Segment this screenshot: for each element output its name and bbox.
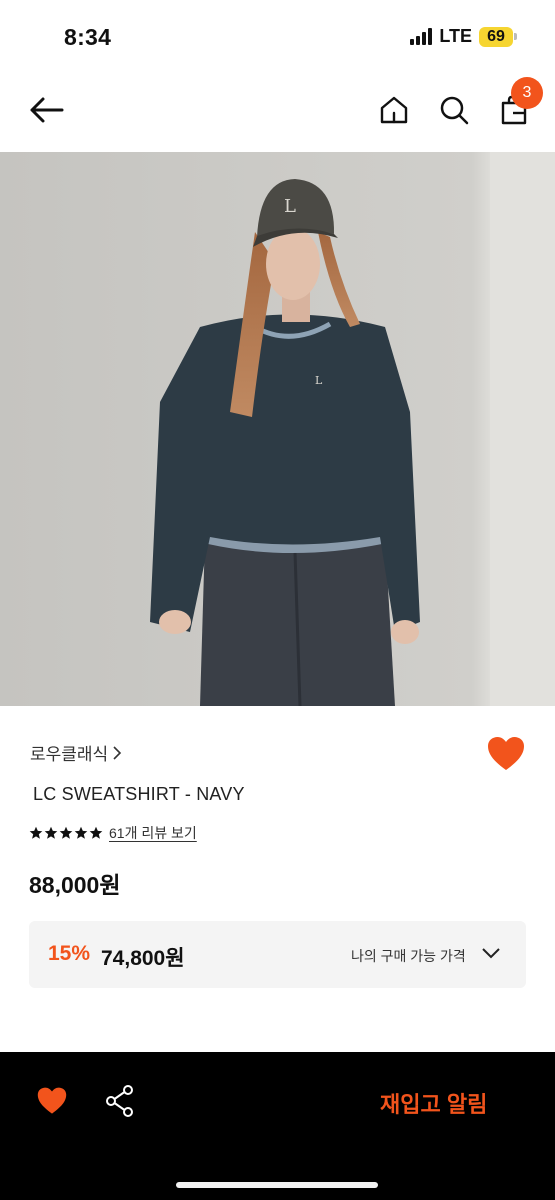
signal-icon [410, 28, 433, 45]
product-image[interactable]: L L [0, 152, 555, 706]
rating-row: 61개 리뷰 보기 [29, 823, 197, 843]
star-icon [29, 826, 43, 839]
back-button[interactable] [24, 88, 68, 132]
cart-count-badge: 3 [511, 77, 543, 109]
top-nav [0, 70, 555, 152]
chevron-right-icon [113, 745, 122, 760]
original-price: 88,000원 [29, 872, 121, 898]
share-button[interactable] [104, 1084, 136, 1118]
restock-alert-button[interactable]: 재입고 알림 [380, 1087, 487, 1119]
product-photo: L L [0, 152, 555, 706]
discount-rate: 15% [48, 942, 91, 965]
svg-text:L: L [315, 374, 323, 387]
brand-name: 로우클래식 [30, 745, 109, 764]
review-link[interactable]: 61개 리뷰 보기 [109, 823, 197, 843]
share-icon [106, 1085, 133, 1117]
home-button[interactable] [372, 88, 416, 132]
search-icon [440, 96, 469, 125]
chevron-down-icon [482, 948, 500, 959]
battery-icon: 69 [479, 26, 513, 47]
star-rating [29, 826, 103, 840]
bottom-action-bar: 재입고 알림 [0, 1052, 555, 1200]
battery-tip [514, 33, 517, 40]
heart-icon [488, 737, 524, 770]
network-label: LTE [439, 26, 472, 46]
star-icon [74, 826, 88, 839]
heart-icon [37, 1087, 67, 1114]
search-button[interactable] [432, 88, 476, 132]
product-name: LC SWEATSHIRT - NAVY [33, 784, 245, 804]
arrow-left-icon [30, 97, 64, 123]
like-button[interactable] [36, 1086, 68, 1116]
discount-price: 74,800원 [101, 947, 185, 970]
star-icon [59, 826, 73, 839]
brand-link[interactable]: 로우클래식 [30, 740, 122, 765]
status-time: 8:34 [64, 24, 112, 50]
home-icon [380, 96, 408, 124]
star-icon [44, 826, 58, 839]
status-bar: 8:34 LTE 69 [0, 0, 555, 70]
my-price-label: 나의 구매 가능 가격 [351, 948, 466, 964]
my-price-dropdown[interactable]: 15% 74,800원 나의 구매 가능 가격 [29, 921, 526, 988]
status-indicators: LTE 69 [410, 26, 517, 47]
svg-text:L: L [284, 196, 296, 217]
home-indicator [176, 1182, 378, 1188]
wishlist-button[interactable] [486, 735, 526, 773]
star-icon [89, 826, 103, 839]
